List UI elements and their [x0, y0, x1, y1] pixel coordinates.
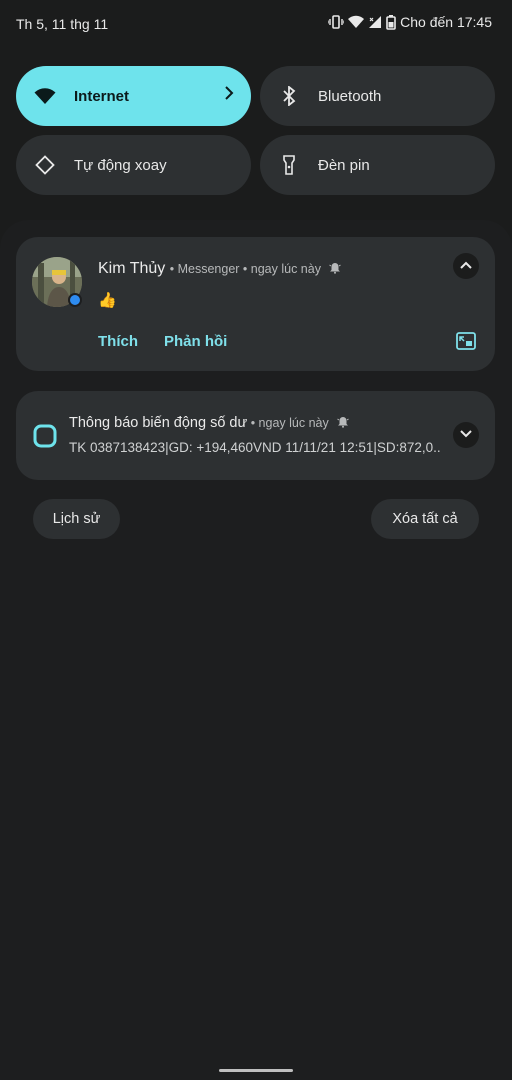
- sender-name: Kim Thủy: [98, 260, 166, 277]
- tile-internet[interactable]: Internet: [16, 66, 251, 126]
- picture-in-picture-icon[interactable]: [456, 332, 476, 355]
- like-action-button[interactable]: Thích: [98, 333, 138, 350]
- collapse-button[interactable]: [453, 253, 479, 279]
- flashlight-icon: [278, 154, 300, 176]
- reply-action-button[interactable]: Phản hồi: [164, 333, 227, 350]
- messenger-badge-icon: [68, 293, 82, 307]
- notification-body: TK 0387138423|GD: +194,460VND 11/11/21 1…: [69, 440, 441, 455]
- charge-text: Cho đến 17:45: [400, 14, 492, 30]
- tile-label: Tự động xoay: [74, 156, 167, 174]
- status-bar: Th 5, 11 thg 11 Cho đến 17:45: [0, 0, 512, 48]
- notification-header: Thông báo biến động số dư • ngay lúc này: [69, 415, 349, 432]
- meta-separator: •: [169, 262, 178, 276]
- gesture-nav-handle[interactable]: [219, 1069, 293, 1072]
- tile-label: Internet: [74, 87, 130, 105]
- expand-button[interactable]: [453, 422, 479, 448]
- vibrate-icon: [328, 15, 345, 29]
- notification-bank[interactable]: Thông báo biến động số dư • ngay lúc này…: [16, 391, 495, 480]
- notification-header: Kim Thủy • Messenger • ngay lúc này: [98, 260, 342, 279]
- tile-auto-rotate[interactable]: Tự động xoay: [16, 135, 251, 195]
- meta-separator: •: [239, 262, 251, 276]
- alert-bell-icon: [329, 261, 342, 279]
- rotate-icon: [34, 154, 56, 176]
- signal-icon: [368, 15, 382, 29]
- battery-icon: [386, 14, 396, 30]
- tile-label: Đèn pin: [318, 156, 370, 174]
- wifi-icon: [348, 15, 365, 29]
- tile-bluetooth[interactable]: Bluetooth: [260, 66, 495, 126]
- meta-separator: •: [247, 416, 259, 430]
- wifi-icon: [34, 85, 56, 107]
- app-square-icon: [33, 424, 57, 453]
- message-text: 👍: [98, 292, 117, 309]
- history-button[interactable]: Lịch sử: [33, 499, 120, 539]
- notification-title: Thông báo biến động số dư: [69, 415, 248, 431]
- chevron-down-icon: [459, 426, 473, 444]
- chevron-right-icon: [223, 85, 235, 106]
- tile-flashlight[interactable]: Đèn pin: [260, 135, 495, 195]
- status-date: Th 5, 11 thg 11: [16, 16, 109, 32]
- chevron-up-icon: [459, 257, 473, 275]
- notification-time: ngay lúc này: [258, 416, 329, 430]
- status-icons: Cho đến 17:45: [328, 14, 492, 30]
- notification-messenger[interactable]: Kim Thủy • Messenger • ngay lúc này 👍 Th…: [16, 237, 495, 371]
- app-name: Messenger: [177, 262, 240, 276]
- notification-time: ngay lúc này: [250, 262, 321, 276]
- bluetooth-icon: [278, 85, 300, 107]
- clear-all-button[interactable]: Xóa tất cả: [371, 499, 479, 539]
- alert-bell-icon: [336, 416, 349, 432]
- tile-label: Bluetooth: [318, 87, 382, 105]
